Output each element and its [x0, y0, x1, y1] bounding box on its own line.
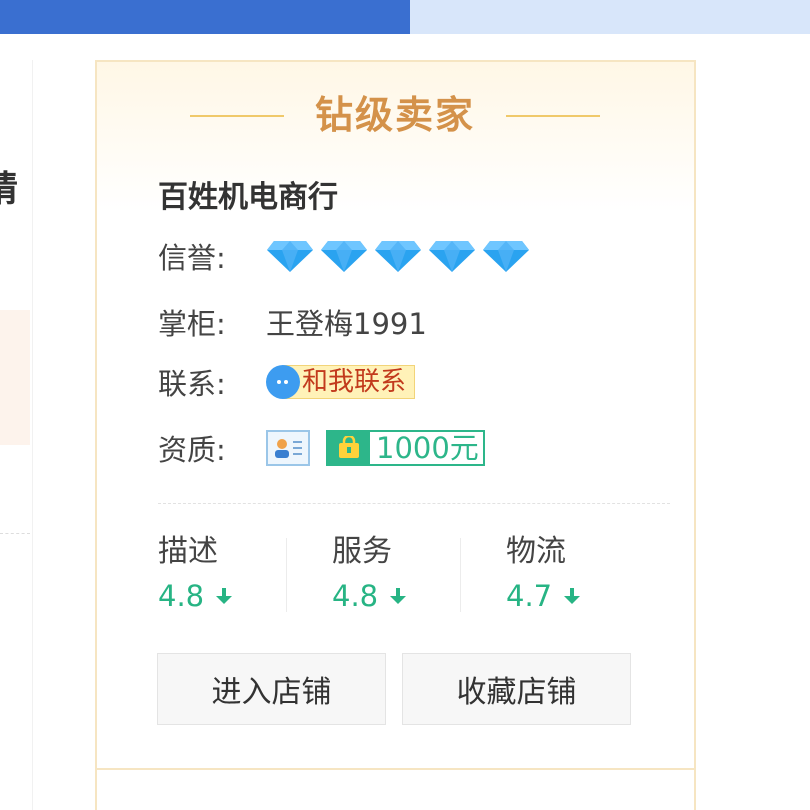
- section-divider: [158, 503, 670, 504]
- rating-score: 4.7: [506, 579, 553, 613]
- left-panel-block: [0, 310, 30, 445]
- credit-row: 信誉:: [158, 234, 530, 278]
- diamond-icon: [428, 239, 476, 273]
- rating-score-row: 4.7: [506, 574, 680, 618]
- top-nav-bar-right: [410, 0, 810, 34]
- deposit-amount: 1000元: [376, 431, 479, 465]
- qualification-label: 资质:: [158, 433, 226, 467]
- left-panel: 猜: [0, 60, 33, 810]
- credit-label: 信誉:: [158, 241, 226, 275]
- favorite-shop-button[interactable]: 收藏店铺: [402, 653, 631, 725]
- diamond-icon: [374, 239, 422, 273]
- arrow-down-icon: [214, 574, 234, 618]
- qualification-row: 资质: 1000元: [158, 426, 485, 470]
- rating-label: 物流: [506, 534, 566, 569]
- rating-item: 物流 4.7: [460, 530, 680, 618]
- rating-item: 描述 4.8: [158, 530, 332, 616]
- badge-deco-line-right: [506, 115, 600, 117]
- next-card: [95, 768, 696, 810]
- arrow-down-icon: [388, 574, 408, 618]
- top-nav-bar: [0, 0, 410, 34]
- rating-item: 服务 4.8: [286, 530, 506, 618]
- shop-name[interactable]: 百姓机电商行: [158, 176, 338, 220]
- owner-label: 掌柜:: [158, 307, 226, 341]
- left-panel-divider: [0, 533, 30, 534]
- shopping-bag-icon: [328, 432, 370, 464]
- diamond-icon: [482, 239, 530, 273]
- rating-score: 4.8: [158, 579, 205, 613]
- diamond-icon: [320, 239, 368, 273]
- diamond-icon: [266, 239, 314, 273]
- rating-label: 描述: [158, 534, 218, 569]
- credit-diamonds[interactable]: [266, 239, 530, 273]
- seller-level-badge: 钻级卖家: [190, 88, 600, 142]
- contact-me-button[interactable]: 和我联系: [266, 365, 416, 399]
- owner-name[interactable]: 王登梅1991: [266, 301, 427, 343]
- contact-label: 联系:: [158, 367, 226, 401]
- rating-score-row: 4.8: [332, 574, 506, 618]
- contact-row: 联系: 和我联系: [158, 360, 416, 404]
- rating-score-row: 4.8: [158, 574, 332, 618]
- rating-score: 4.8: [332, 579, 379, 613]
- dsr-ratings: 描述 4.8 服务 4.8 物流 4.7: [158, 530, 682, 616]
- owner-row: 掌柜: 王登梅1991: [158, 300, 427, 344]
- chat-bubble-icon: [266, 365, 300, 399]
- enter-shop-button[interactable]: 进入店铺: [157, 653, 386, 725]
- contact-me-label: 和我联系: [284, 365, 416, 399]
- rating-label: 服务: [332, 534, 392, 569]
- arrow-down-icon: [562, 574, 582, 618]
- deposit-badge[interactable]: 1000元: [326, 430, 485, 466]
- left-panel-heading: 猜: [0, 169, 19, 210]
- id-card-icon[interactable]: [266, 430, 310, 466]
